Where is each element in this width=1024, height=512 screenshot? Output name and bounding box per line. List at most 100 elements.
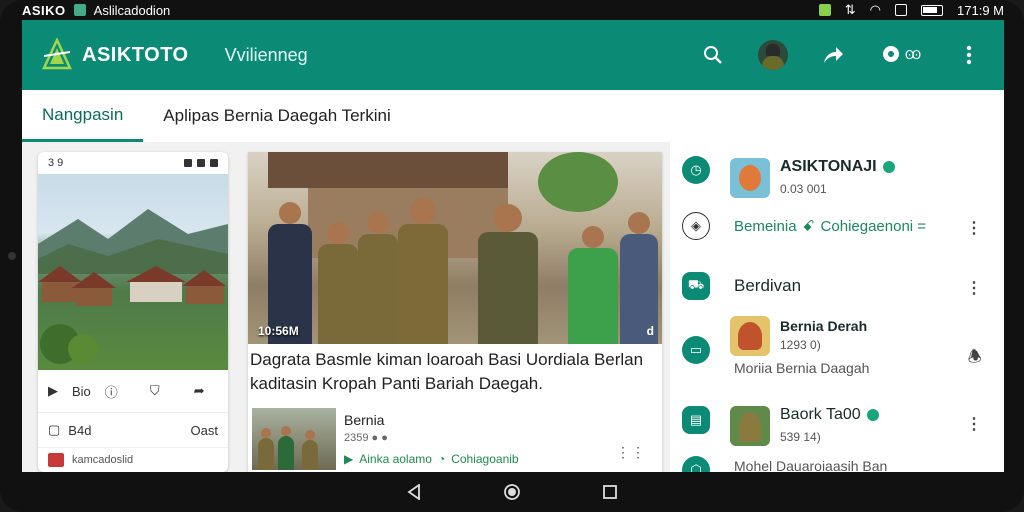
cube-icon: ⬡	[682, 456, 710, 472]
side-item-text: Bemeinia ꗃ Cohiegaenoni =	[734, 218, 927, 235]
source-a: Ainka aolamo	[359, 452, 432, 466]
source-b: Cohiagoanib	[451, 452, 519, 466]
person-shape	[358, 212, 398, 344]
drag-handle-icon[interactable]: ⋮⋮	[616, 444, 646, 461]
app-badge-icon	[48, 453, 64, 467]
source-icon-b: ◔	[437, 452, 446, 466]
side-item-channel-2[interactable]: ▤ Baork Ta00 539 14) ⋮	[670, 404, 1004, 448]
app-icon	[73, 4, 86, 16]
phone-action-label[interactable]: Bio	[72, 384, 91, 399]
recents-button[interactable]	[601, 483, 619, 501]
house-shape	[186, 286, 224, 304]
side-item-news[interactable]: ▭ Bernia Derah 1293 0) Moriia Bernia Daa…	[670, 314, 1004, 384]
location-icon	[882, 46, 899, 62]
roof-shape	[182, 270, 226, 286]
home-button[interactable]	[503, 483, 521, 501]
more-vert-icon[interactable]: ⋮	[966, 278, 982, 298]
profile-button[interactable]	[758, 40, 788, 70]
phone-signal-icon	[184, 159, 192, 167]
phone-preview-card[interactable]: 3 9 ▶ Bio ⓘ ⛉ ➦ ▢ B4d Oast kamcadoslid	[38, 152, 228, 472]
forward-icon[interactable]: ➦	[194, 383, 205, 399]
phone-row-right: Oast	[190, 422, 218, 438]
phone-card-row[interactable]: ▢ B4d Oast	[38, 413, 228, 448]
info-icon[interactable]: ⓘ	[105, 382, 118, 401]
person-shape	[268, 202, 312, 344]
logo-text: ASIKTOTO	[82, 43, 189, 66]
app-bar: ASIKTOTO Vvilienneg Ꙭ	[22, 20, 1004, 90]
person-shape	[398, 198, 448, 344]
side-item-section[interactable]: ⛟ Berdivan ⋮	[670, 270, 1004, 304]
bell-icon[interactable]: 🕭	[968, 346, 982, 373]
app-screen: ASIKTOTO Vvilienneg Ꙭ Nangpasin Aplipas …	[22, 20, 1004, 472]
image-timestamp: 10:56M	[258, 324, 299, 338]
related-news-item[interactable]: Bernia 2359 ● ● ▶ Ainka aolamo ◔ Cohiago…	[252, 408, 656, 470]
related-news-thumbnail	[252, 408, 336, 470]
person-shape	[278, 426, 294, 470]
app-bar-subtitle: Vvilienneg	[224, 44, 308, 65]
tablet-device: ASIKO Aslilcadodion ⇅ ◠ 171:9 M ASIKTOTO…	[0, 0, 1024, 512]
side-item-category[interactable]: ◈ Bemeinia ꗃ Cohiegaenoni = ⋮	[670, 210, 1004, 246]
related-news-title: Bernia	[344, 412, 385, 428]
phone-wifi-icon	[197, 159, 205, 167]
profile-avatar	[758, 40, 788, 70]
location-button[interactable]: Ꙭ	[878, 40, 924, 70]
status-app-title: Aslilcadodion	[93, 2, 171, 18]
more-vert-icon	[966, 45, 972, 65]
more-vert-icon[interactable]: ⋮	[966, 218, 982, 238]
back-button[interactable]	[405, 483, 423, 501]
side-panel: ◷ ASIKTONAJI 0.03 001 ◈ Bemeinia ꗃ Cohie…	[670, 142, 1004, 472]
bookmark-icon: ▢	[48, 422, 61, 437]
person-shape	[318, 222, 358, 344]
news-headline[interactable]: Dagrata Basmle kiman loaroah Basi Uordia…	[250, 348, 655, 396]
tree-shape	[538, 152, 618, 212]
side-item-meta: 0.03 001	[780, 182, 827, 196]
tab-latest-news[interactable]: Aplipas Bernia Daegah Terkini	[143, 90, 410, 142]
side-item-text: Moriia Bernia Daagah	[734, 360, 870, 376]
side-item-partial[interactable]: ⬡ Mohel Dauaroiaasih Ban	[670, 454, 1004, 472]
tab-bar: Nangpasin Aplipas Bernia Daegah Terkini	[22, 90, 1004, 143]
phone-bottom-label: kamcadoslid	[72, 454, 134, 466]
phone-status-left: 3 9	[48, 157, 64, 169]
battery-icon	[921, 4, 944, 16]
roof-shape	[126, 266, 186, 282]
phone-card-bottom[interactable]: kamcadoslid	[38, 448, 228, 472]
news-image[interactable]: 10:56M d	[248, 152, 662, 344]
location-label: Ꙭ	[904, 48, 922, 62]
image-corner-label: d	[646, 324, 654, 338]
person-shape	[478, 204, 538, 344]
wifi-icon: ◠	[869, 2, 882, 17]
side-item-channel[interactable]: ◷ ASIKTONAJI 0.03 001	[670, 154, 1004, 204]
notification-icon	[818, 4, 831, 16]
person-shape	[568, 226, 618, 344]
camera-dot	[8, 252, 16, 260]
search-icon	[704, 46, 722, 64]
news-avatar	[730, 316, 770, 356]
phone-card-actions: ▶ Bio ⓘ ⛉ ➦	[38, 370, 228, 413]
system-nav-bar	[0, 472, 1024, 512]
logo-mark-icon	[42, 38, 72, 70]
share-button[interactable]	[818, 40, 848, 70]
side-item-title: Baork Ta00	[780, 406, 879, 424]
phone-status-bar: 3 9	[38, 152, 228, 174]
search-button[interactable]	[698, 40, 728, 70]
tab-home[interactable]: Nangpasin	[22, 90, 144, 142]
play-icon[interactable]: ▶	[48, 383, 58, 399]
roof-shape	[72, 272, 116, 288]
status-brand: ASIKO	[22, 2, 66, 18]
app-logo[interactable]: ASIKTOTO	[40, 38, 189, 72]
source-icon: ▶	[344, 452, 354, 466]
shield-icon[interactable]: ⛉	[150, 383, 160, 399]
news-card[interactable]: 10:56M d Dagrata Basmle kiman loaroah Ba…	[248, 152, 662, 472]
clock-icon: ◷	[682, 156, 710, 184]
content-area: 3 9 ▶ Bio ⓘ ⛉ ➦ ▢ B4d Oast kamcadoslid 1…	[22, 142, 1004, 472]
status-time: 171:9 M	[957, 2, 1004, 18]
message-icon: ▤	[682, 406, 710, 434]
more-vert-icon[interactable]: ⋮	[966, 414, 982, 434]
chat-icon: ▭	[682, 336, 710, 364]
recents-icon	[603, 485, 617, 499]
more-button[interactable]	[954, 40, 984, 70]
channel-avatar	[730, 158, 770, 198]
side-item-meta: 1293 0)	[780, 338, 821, 352]
village-landscape-image[interactable]	[38, 174, 228, 370]
phone-row-left: B4d	[68, 422, 92, 438]
